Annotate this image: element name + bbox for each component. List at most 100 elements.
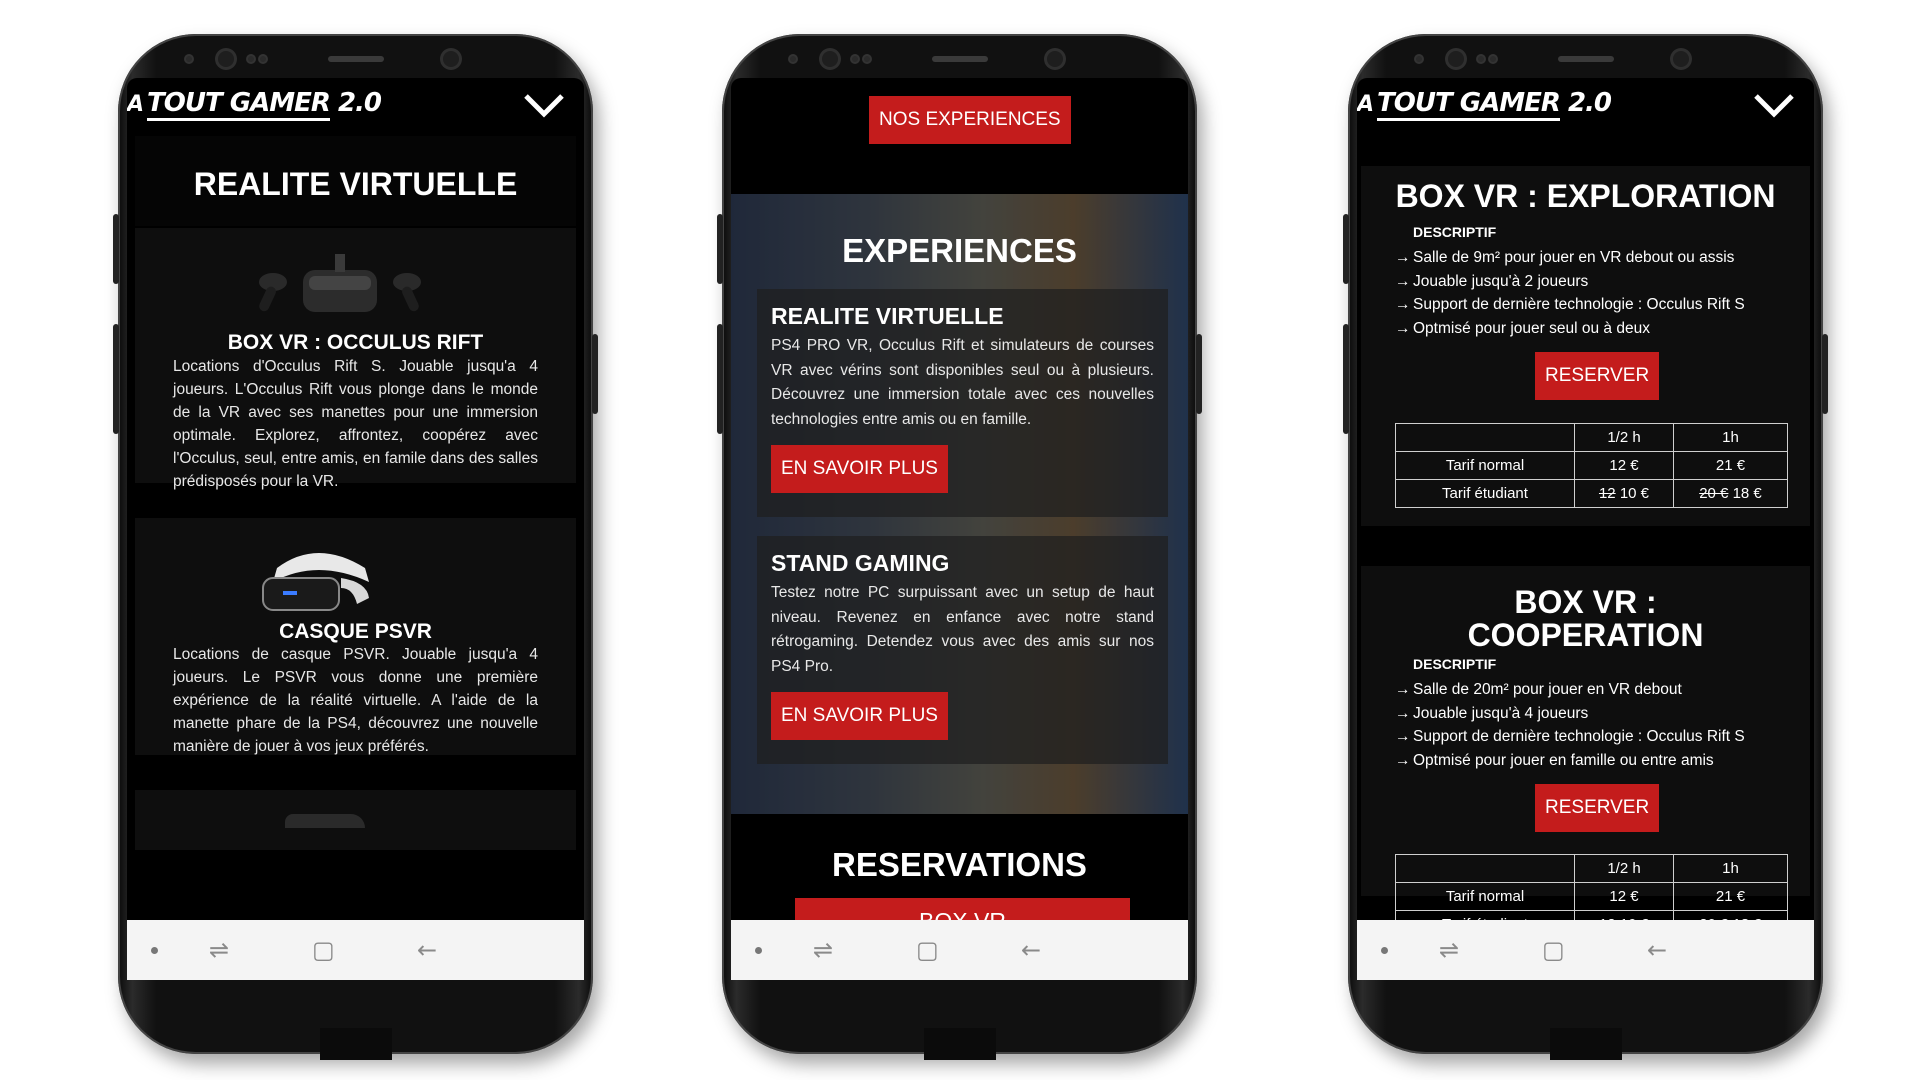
product-description: Locations de casque PSVR. Jouable jusqu'…: [173, 646, 538, 755]
experience-card: STAND GAMING Testez notre PC surpuissant…: [757, 536, 1168, 764]
sensor-icon: [864, 56, 870, 62]
arrow-icon: →: [1395, 728, 1411, 745]
iris-scanner-icon: [443, 51, 459, 67]
feature-item: → Salle de 9m² pour jouer en VR debout ou…: [1395, 246, 1745, 270]
arrow-icon: →: [1395, 296, 1411, 313]
nav-dot-icon: [151, 947, 158, 954]
box-title: BOX VR : COOPERATION: [1361, 586, 1810, 652]
reserver-button[interactable]: RESERVER: [1535, 352, 1660, 400]
phone-mockup-right: A TOUT GAMER 2.0 BOX VR : EXPLORATION DES…: [1343, 34, 1828, 1060]
section-header: REALITE VIRTUELLE: [135, 136, 576, 226]
descriptif-label: DESCRIPTIF: [1413, 656, 1497, 672]
product-card: CASQUE PSVR Locations de casque PSVR. Jo…: [135, 518, 576, 755]
racing-seat-icon: [285, 814, 365, 828]
reservations-title: RESERVATIONS: [832, 846, 1087, 883]
price-cell: 21 €: [1673, 882, 1788, 911]
product-title: CASQUE PSVR: [279, 620, 432, 643]
table-row: Tarif normal 12 € 21 €: [1395, 451, 1788, 480]
side-button: [717, 324, 723, 434]
table-header: 1h: [1673, 423, 1788, 452]
feature-item: → Optmisé pour jouer seul ou à deux: [1395, 317, 1745, 341]
recent-apps-icon[interactable]: ⇌: [813, 938, 833, 962]
sensor-icon: [852, 56, 858, 62]
sensor-icon: [1416, 56, 1422, 62]
feature-list: → Salle de 20m² pour jouer en VR debout →…: [1395, 678, 1745, 772]
experiences-background: EXPERIENCES REALITE VIRTUELLE PS4 PRO VR…: [731, 194, 1188, 814]
android-nav-bar: ⇌ ▢ ←: [127, 920, 584, 980]
android-nav-bar: ⇌ ▢ ←: [731, 920, 1188, 980]
sensor-icon: [186, 56, 192, 62]
experience-card: REALITE VIRTUELLE PS4 PRO VR, Occulus Ri…: [757, 289, 1168, 517]
side-button: [1343, 214, 1349, 284]
charging-cable: [319, 1028, 392, 1060]
product-card: [135, 790, 576, 850]
recent-apps-icon[interactable]: ⇌: [1439, 938, 1459, 962]
home-icon[interactable]: ▢: [312, 938, 335, 962]
home-icon[interactable]: ▢: [1542, 938, 1565, 962]
sensor-icon: [1478, 56, 1484, 62]
site-logo[interactable]: A TOUT GAMER 2.0: [1357, 88, 1612, 121]
menu-chevron-icon[interactable]: [522, 84, 566, 128]
box-card-exploration: BOX VR : EXPLORATION DESCRIPTIF → Salle d…: [1361, 166, 1810, 526]
experience-description: Testez notre PC surpuissant avec un setu…: [771, 584, 1154, 675]
phone-mockup-left: A TOUT GAMER 2.0 REALITE VIRTUELLE BOX VR…: [113, 34, 598, 1060]
front-camera-icon: [218, 51, 234, 67]
table-header: [1395, 854, 1575, 883]
feature-item: → Optmisé pour jouer en famille ou entre …: [1395, 749, 1745, 773]
table-header: 1/2 h: [1574, 423, 1674, 452]
home-icon[interactable]: ▢: [916, 938, 939, 962]
recent-apps-icon[interactable]: ⇌: [209, 938, 229, 962]
price-cell: 21 €: [1673, 451, 1788, 480]
phone-mockup-center: NOS EXPERIENCES EXPERIENCES REALITE VIRT…: [717, 34, 1202, 1060]
sensor-icon: [248, 56, 254, 62]
price-table: 1/2 h 1h Tarif normal 12 € 21 € Tarif ét…: [1395, 423, 1788, 508]
logo-version: 2.0: [1567, 88, 1612, 118]
box-card-cooperation: BOX VR : COOPERATION DESCRIPTIF → Salle d…: [1361, 566, 1810, 939]
experience-title: REALITE VIRTUELLE: [771, 303, 1004, 329]
arrow-icon: →: [1395, 249, 1411, 266]
back-icon[interactable]: ←: [417, 938, 437, 962]
nav-dot-icon: [755, 947, 762, 954]
logo-prefix: A: [127, 92, 144, 117]
product-description: Locations d'Occulus Rift S. Jouable jusq…: [173, 358, 538, 490]
feature-item: → Jouable jusqu'à 4 joueurs: [1395, 702, 1745, 726]
en-savoir-plus-button[interactable]: EN SAVOIR PLUS: [771, 692, 948, 740]
price-cell: 20 € 18 €: [1673, 479, 1788, 508]
price-cell: 12 10 €: [1574, 479, 1674, 508]
row-label: Tarif étudiant: [1395, 479, 1575, 508]
menu-chevron-icon[interactable]: [1752, 84, 1796, 128]
row-label: Tarif normal: [1395, 882, 1575, 911]
table-row: Tarif étudiant 12 10 € 20 € 18 €: [1395, 479, 1788, 508]
site-logo[interactable]: A TOUT GAMER 2.0: [127, 88, 382, 121]
feature-item: → Support de dernière technologie : Occul…: [1395, 725, 1745, 749]
sensor-icon: [1490, 56, 1496, 62]
feature-item: → Jouable jusqu'à 2 joueurs: [1395, 270, 1745, 294]
reserver-button[interactable]: RESERVER: [1535, 784, 1660, 832]
price-cell: 12 €: [1574, 882, 1674, 911]
nos-experiences-button[interactable]: NOS EXPERIENCES: [869, 96, 1071, 144]
speaker-grille: [327, 56, 384, 62]
sensor-icon: [790, 56, 796, 62]
iris-scanner-icon: [1673, 51, 1689, 67]
table-header: 1h: [1673, 854, 1788, 883]
side-button: [717, 214, 723, 284]
feature-list: → Salle de 9m² pour jouer en VR debout ou…: [1395, 246, 1745, 340]
product-card: BOX VR : OCCULUS RIFT Locations d'Occulu…: [135, 228, 576, 490]
side-button: [1343, 324, 1349, 434]
product-title: BOX VR : OCCULUS RIFT: [227, 331, 484, 354]
phone-screen: A TOUT GAMER 2.0 REALITE VIRTUELLE BOX VR…: [127, 78, 584, 980]
psvr-headset-icon: [262, 553, 369, 611]
logo-prefix: A: [1357, 92, 1374, 117]
descriptif-label: DESCRIPTIF: [1413, 224, 1497, 240]
phone-screen: NOS EXPERIENCES EXPERIENCES REALITE VIRT…: [731, 78, 1188, 980]
arrow-icon: →: [1395, 319, 1411, 337]
back-icon[interactable]: ←: [1021, 938, 1041, 962]
nav-dot-icon: [1381, 947, 1388, 954]
speaker-grille: [931, 56, 988, 62]
box-title-line: BOX VR :: [1514, 584, 1657, 620]
row-label: Tarif normal: [1395, 451, 1575, 480]
en-savoir-plus-button[interactable]: EN SAVOIR PLUS: [771, 445, 948, 493]
arrow-icon: →: [1395, 272, 1411, 290]
charging-cable: [923, 1028, 996, 1060]
back-icon[interactable]: ←: [1647, 938, 1667, 962]
